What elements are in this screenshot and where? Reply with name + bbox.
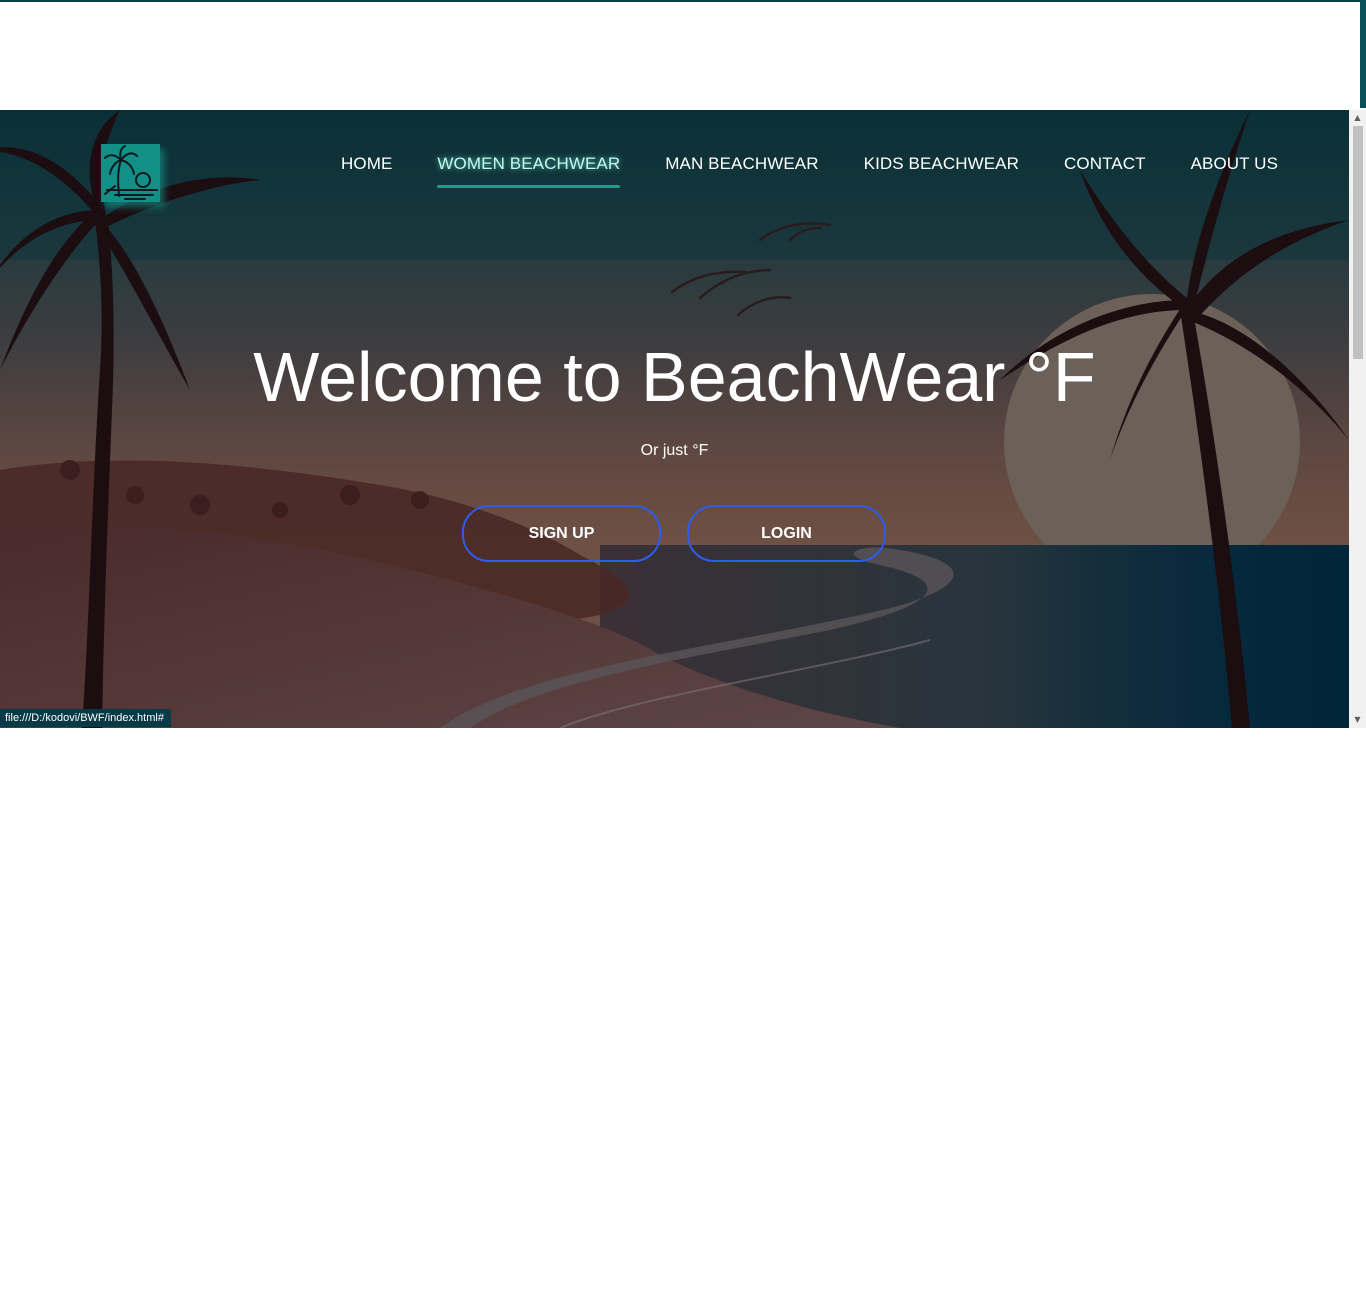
nav-item-contact[interactable]: CONTACT (1064, 150, 1146, 190)
scroll-down-arrow-icon[interactable]: ▼ (1349, 713, 1366, 727)
nav-item-man-beachwear[interactable]: MAN BEACHWEAR (665, 150, 818, 190)
login-button[interactable]: LOGIN (687, 505, 886, 562)
status-bar-url: file:///D:/kodovi/BWF/index.html# (0, 709, 171, 727)
main-nav: HOME WOMEN BEACHWEAR MAN BEACHWEAR KIDS … (320, 150, 1278, 190)
scroll-up-arrow-icon[interactable]: ▲ (1349, 111, 1366, 125)
hero-title: Welcome to BeachWear °F (253, 338, 1096, 416)
sign-up-button[interactable]: SIGN UP (462, 505, 661, 562)
hero-section: HOME WOMEN BEACHWEAR MAN BEACHWEAR KIDS … (0, 110, 1349, 728)
scrollbar-thumb[interactable] (1353, 126, 1363, 359)
nav-item-women-beachwear[interactable]: WOMEN BEACHWEAR (437, 150, 620, 190)
nav-item-about-us[interactable]: ABOUT US (1191, 150, 1278, 190)
palm-beach-logo-icon (104, 145, 158, 200)
logo[interactable] (101, 144, 160, 202)
vertical-scrollbar[interactable]: ▲ ▼ (1349, 110, 1366, 728)
window-edge-accent (1360, 0, 1366, 108)
nav-item-kids-beachwear[interactable]: KIDS BEACHWEAR (864, 150, 1019, 190)
nav-item-home[interactable]: HOME (341, 150, 392, 190)
page-viewport: HOME WOMEN BEACHWEAR MAN BEACHWEAR KIDS … (0, 110, 1366, 728)
top-border (0, 0, 1366, 2)
hero-subtitle: Or just °F (640, 442, 709, 459)
